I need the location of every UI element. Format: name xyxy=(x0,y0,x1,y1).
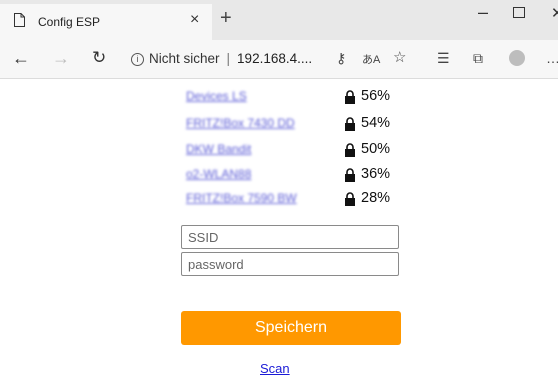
save-button[interactable]: Speichern xyxy=(181,311,401,345)
network-item[interactable]: DKW Bandit 50% xyxy=(186,141,406,158)
network-ssid-link[interactable]: DKW Bandit xyxy=(186,142,251,156)
key-icon[interactable]: ⚷ xyxy=(336,49,346,67)
network-item[interactable]: FRITZ!Box 7590 BW 28% xyxy=(186,190,406,207)
translate-icon[interactable]: あA xyxy=(362,51,380,69)
ssid-input[interactable] xyxy=(181,225,399,249)
close-tab-icon[interactable]: × xyxy=(190,12,199,28)
tab-title: Config ESP xyxy=(38,15,101,29)
lock-icon xyxy=(345,117,355,131)
url-text: 192.168.4.... xyxy=(237,51,313,66)
collections-icon[interactable]: ⧉ xyxy=(473,49,483,67)
lock-icon xyxy=(345,192,355,206)
signal-strength: 28% xyxy=(361,190,391,206)
tab-bar: Config ESP × + – ✕ xyxy=(0,0,558,40)
url-separator: | xyxy=(226,51,231,66)
network-ssid-link[interactable]: Devices LS xyxy=(186,89,247,103)
signal-strength: 36% xyxy=(361,166,391,182)
maximize-button[interactable] xyxy=(513,7,525,18)
tab-config-esp[interactable]: Config ESP × xyxy=(0,4,212,40)
signal-strength: 54% xyxy=(361,115,391,131)
minimize-button[interactable]: – xyxy=(478,2,488,23)
network-item[interactable]: o2-WLAN88 36% xyxy=(186,166,406,183)
refresh-icon[interactable]: ↻ xyxy=(92,49,106,67)
scan-link[interactable]: Scan xyxy=(260,361,290,376)
page-icon xyxy=(14,13,25,27)
network-ssid-link[interactable]: o2-WLAN88 xyxy=(186,167,251,181)
lock-icon xyxy=(345,90,355,104)
network-ssid-link[interactable]: FRITZ!Box 7590 BW xyxy=(186,191,297,205)
password-input[interactable] xyxy=(181,252,399,276)
profile-icon[interactable] xyxy=(509,50,525,66)
browser-toolbar: ← → ↻ i Nicht sicher | 192.168.4.... ⚷ あA ☆… xyxy=(0,40,558,79)
arrow-right-icon[interactable]: → xyxy=(52,49,70,67)
lock-icon xyxy=(345,143,355,157)
star-icon[interactable]: ☆ xyxy=(393,49,406,67)
info-icon[interactable]: i xyxy=(131,53,144,66)
security-label: Nicht sicher xyxy=(149,51,220,66)
signal-strength: 50% xyxy=(361,141,391,157)
favorites-icon[interactable]: ☰ xyxy=(437,49,450,67)
new-tab-button[interactable]: + xyxy=(220,8,232,28)
lock-icon xyxy=(345,168,355,182)
more-icon[interactable]: … xyxy=(546,49,558,67)
close-window-button[interactable]: ✕ xyxy=(551,4,558,22)
network-item[interactable]: FRITZ!Box 7430 DD 54% xyxy=(186,115,406,132)
network-item[interactable]: Devices LS 56% xyxy=(186,88,406,105)
network-ssid-link[interactable]: FRITZ!Box 7430 DD xyxy=(186,116,295,130)
arrow-left-icon[interactable]: ← xyxy=(12,49,30,67)
signal-strength: 56% xyxy=(361,88,391,104)
